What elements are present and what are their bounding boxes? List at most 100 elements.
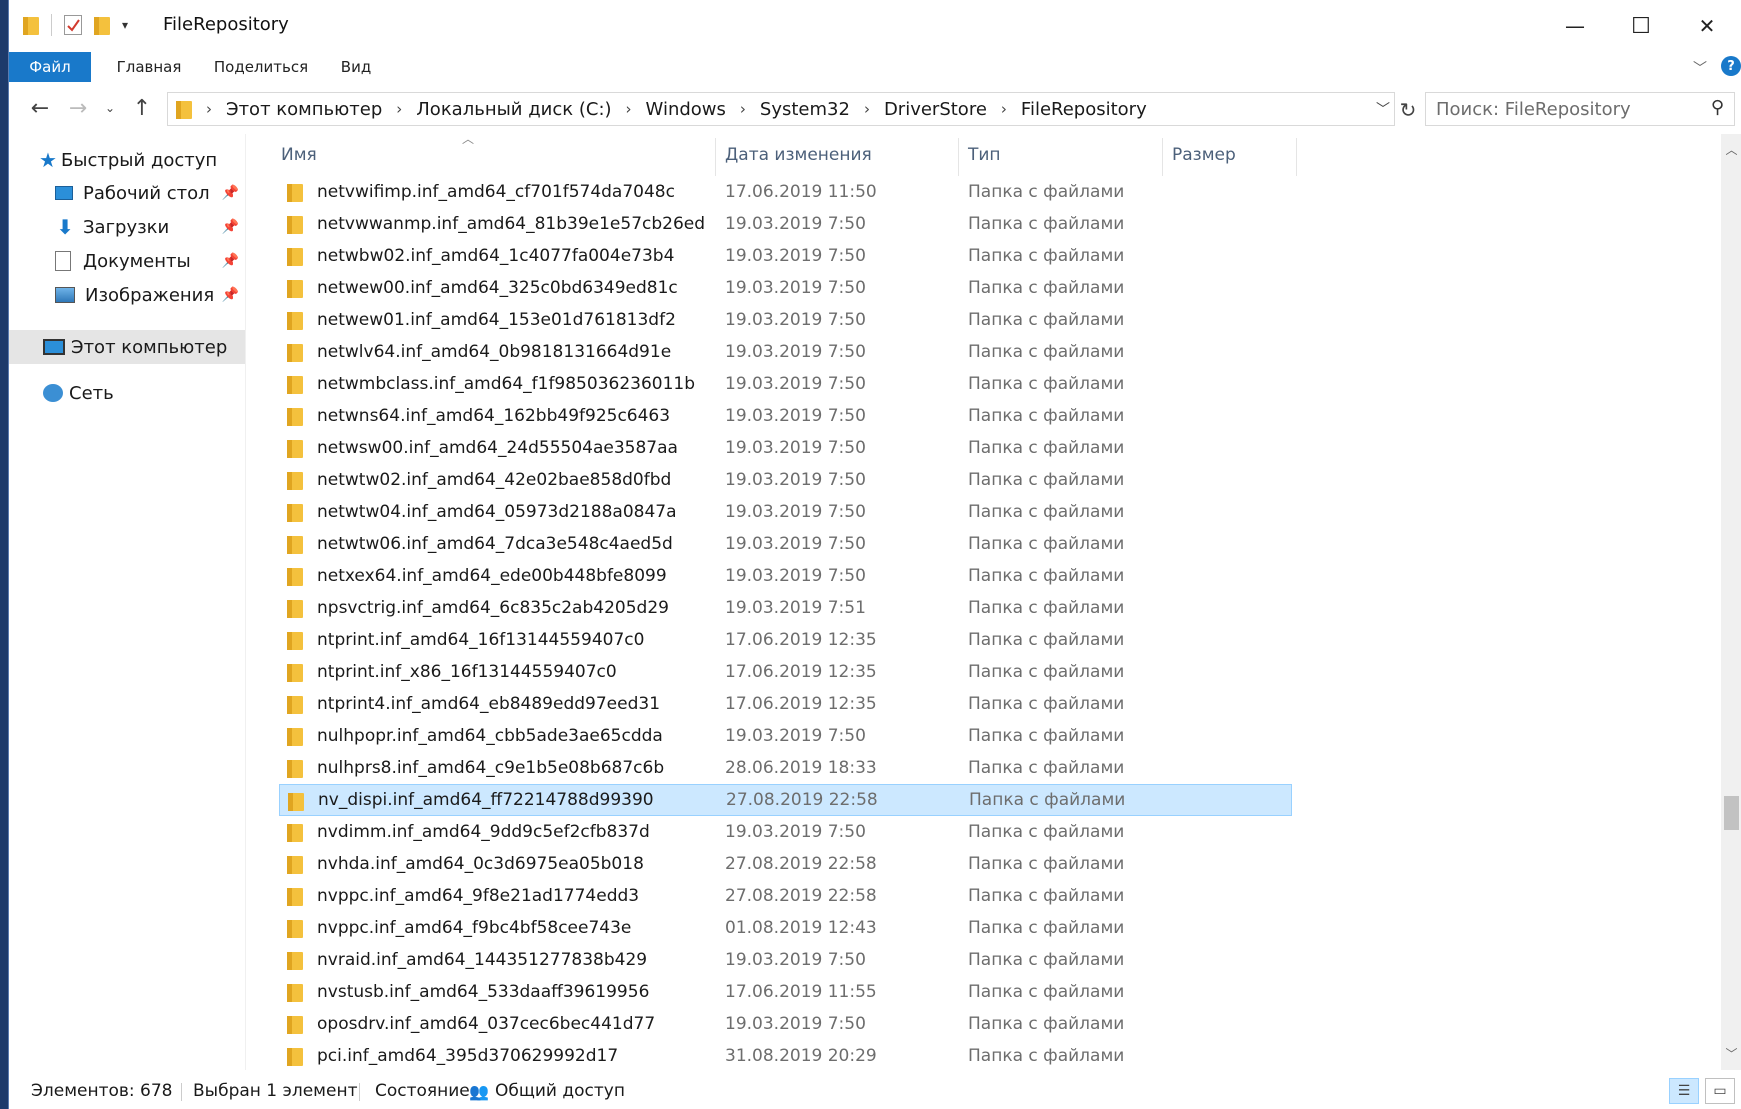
file-row[interactable]: netwsw00.inf_amd64_24d55504ae3587aa 19.03…	[279, 432, 1292, 464]
breadcrumb-system32[interactable]: System32	[760, 99, 850, 120]
file-row[interactable]: npsvctrig.inf_amd64_6c835c2ab4205d29 19.0…	[279, 592, 1292, 624]
file-row[interactable]: netwtw06.inf_amd64_7dca3e548c4aed5d 19.03…	[279, 528, 1292, 560]
file-row[interactable]: ntprint4.inf_amd64_eb8489edd97eed31 17.06…	[279, 688, 1292, 720]
column-header-size[interactable]: Размер	[1172, 134, 1236, 176]
file-type: Папка с файлами	[968, 822, 1125, 842]
breadcrumb-separator-icon[interactable]: ›	[1001, 100, 1007, 118]
nav-item-downloads[interactable]: ⬇ Загрузки 📌	[55, 210, 239, 244]
tab-file[interactable]: Файл	[9, 52, 91, 82]
pin-icon[interactable]: 📌	[222, 219, 239, 235]
nav-item-documents[interactable]: Документы 📌	[55, 244, 239, 278]
column-header-date[interactable]: Дата изменения	[725, 134, 872, 176]
file-row[interactable]: oposdrv.inf_amd64_037cec6bec441d77 19.03.…	[279, 1008, 1292, 1040]
tab-home[interactable]: Главная	[105, 52, 193, 82]
file-row[interactable]: netwmbclass.inf_amd64_f1f985036236011b 19…	[279, 368, 1292, 400]
breadcrumb-windows[interactable]: Windows	[646, 99, 726, 120]
help-button[interactable]: ?	[1721, 56, 1741, 76]
breadcrumb-local-disk[interactable]: Локальный диск (C:)	[416, 99, 611, 120]
maximize-button[interactable]: ☐	[1608, 0, 1674, 52]
nav-item-desktop[interactable]: Рабочий стол 📌	[55, 176, 239, 210]
column-header-type[interactable]: Тип	[968, 134, 1001, 176]
search-input[interactable]: Поиск: FileRepository ⚲	[1425, 92, 1735, 126]
column-divider[interactable]	[1296, 138, 1297, 176]
file-row[interactable]: pci.inf_amd64_395d370629992d17 31.08.2019…	[279, 1040, 1292, 1070]
file-row[interactable]: ntprint.inf_x86_16f13144559407c0 17.06.20…	[279, 656, 1292, 688]
pin-icon[interactable]: 📌	[222, 287, 239, 303]
refresh-button[interactable]: ↻	[1395, 96, 1421, 124]
column-divider[interactable]	[1162, 138, 1163, 176]
search-icon[interactable]: ⚲	[1711, 97, 1724, 118]
breadcrumb-separator-icon[interactable]: ›	[396, 100, 402, 118]
file-row[interactable]: netwlv64.inf_amd64_0b9818131664d91e 19.03…	[279, 336, 1292, 368]
large-icons-view-button[interactable]: ▭	[1705, 1078, 1735, 1104]
column-divider[interactable]	[715, 138, 716, 176]
nav-quick-access[interactable]: ★ Быстрый доступ	[39, 143, 239, 177]
file-name: nvraid.inf_amd64_144351277838b429	[317, 950, 648, 970]
file-date: 19.03.2019 7:50	[725, 438, 866, 458]
folder-icon	[288, 791, 304, 811]
details-view-button[interactable]: ☰	[1669, 1078, 1699, 1104]
breadcrumb-separator-icon[interactable]: ›	[626, 100, 632, 118]
file-row[interactable]: nulhpopr.inf_amd64_cbb5ade3ae65cdda 19.03…	[279, 720, 1292, 752]
breadcrumb-separator-icon[interactable]: ›	[864, 100, 870, 118]
folder-icon	[176, 99, 192, 119]
folder-icon	[287, 534, 303, 554]
file-row[interactable]: netwbw02.inf_amd64_1c4077fa004e73b4 19.03…	[279, 240, 1292, 272]
new-folder-icon[interactable]	[94, 15, 110, 35]
pin-icon[interactable]: 📌	[222, 185, 239, 201]
file-row[interactable]: nvdimm.inf_amd64_9dd9c5ef2cfb837d 19.03.2…	[279, 816, 1292, 848]
close-button[interactable]: ✕	[1674, 0, 1740, 52]
scrollbar-thumb[interactable]	[1724, 796, 1739, 830]
column-divider[interactable]	[958, 138, 959, 176]
scroll-down-icon[interactable]: ﹀	[1721, 1042, 1741, 1064]
file-row[interactable]: ntprint.inf_amd64_16f13144559407c0 17.06.…	[279, 624, 1292, 656]
file-row[interactable]: netwtw02.inf_amd64_42e02bae858d0fbd 19.03…	[279, 464, 1292, 496]
nav-network[interactable]: Сеть	[43, 376, 243, 410]
file-row[interactable]: netwew00.inf_amd64_325c0bd6349ed81c 19.03…	[279, 272, 1292, 304]
file-row[interactable]: netxex64.inf_amd64_ede00b448bfe8099 19.03…	[279, 560, 1292, 592]
tab-share[interactable]: Поделиться	[205, 52, 317, 82]
file-row[interactable]: nvraid.inf_amd64_144351277838b429 19.03.2…	[279, 944, 1292, 976]
vertical-scrollbar[interactable]: ︿ ﹀	[1721, 134, 1741, 1070]
tab-view[interactable]: Вид	[331, 52, 381, 82]
file-row[interactable]: netwns64.inf_amd64_162bb49f925c6463 19.03…	[279, 400, 1292, 432]
nav-item-pictures[interactable]: Изображения 📌	[55, 278, 239, 312]
breadcrumb-filerepository[interactable]: FileRepository	[1021, 99, 1147, 120]
file-row[interactable]: nulhprs8.inf_amd64_c9e1b5e08b687c6b 28.06…	[279, 752, 1292, 784]
address-history-chevron-icon[interactable]: ﹀	[1376, 99, 1390, 119]
up-button[interactable]: ↑	[127, 94, 157, 122]
breadcrumb-separator-icon[interactable]: ›	[206, 100, 212, 118]
file-type: Папка с файлами	[968, 246, 1125, 266]
back-button[interactable]: ←	[25, 94, 55, 122]
file-row[interactable]: nv_dispi.inf_amd64_ff72214788d99390 27.08…	[279, 784, 1292, 816]
properties-icon[interactable]	[64, 15, 82, 35]
file-row[interactable]: netvwwanmp.inf_amd64_81b39e1e57cb26ed 19.…	[279, 208, 1292, 240]
pin-icon[interactable]: 📌	[222, 253, 239, 269]
minimize-button[interactable]: —	[1542, 0, 1608, 52]
file-row[interactable]: netwtw04.inf_amd64_05973d2188a0847a 19.03…	[279, 496, 1292, 528]
nav-this-pc[interactable]: Этот компьютер	[9, 330, 245, 364]
file-row[interactable]: nvppc.inf_amd64_f9bc4bf58cee743e 01.08.20…	[279, 912, 1292, 944]
pane-splitter[interactable]	[245, 134, 246, 1070]
file-type: Папка с файлами	[968, 918, 1125, 938]
selection-count: Выбран 1 элемент	[193, 1081, 358, 1101]
file-row[interactable]: netvwifimp.inf_amd64_cf701f574da7048c 17.…	[279, 176, 1292, 208]
file-row[interactable]: netwew01.inf_amd64_153e01d761813df2 19.03…	[279, 304, 1292, 336]
forward-button[interactable]: →	[63, 94, 93, 122]
expand-ribbon-icon[interactable]: ﹀	[1693, 58, 1707, 78]
customize-toolbar-icon[interactable]: ▾	[122, 18, 128, 32]
scroll-up-icon[interactable]: ︿	[1721, 138, 1741, 160]
file-date: 27.08.2019 22:58	[725, 854, 877, 874]
file-row[interactable]: nvppc.inf_amd64_9f8e21ad1774edd3 27.08.20…	[279, 880, 1292, 912]
file-row[interactable]: nvstusb.inf_amd64_533daaff39619956 17.06.…	[279, 976, 1292, 1008]
address-bar[interactable]: › Этот компьютер › Локальный диск (C:) ›…	[167, 92, 1395, 126]
recent-locations-button[interactable]: ⌄	[101, 94, 119, 122]
breadcrumb-driverstore[interactable]: DriverStore	[884, 99, 987, 120]
file-name: nvdimm.inf_amd64_9dd9c5ef2cfb837d	[317, 822, 650, 842]
file-type: Папка с файлами	[968, 534, 1125, 554]
column-header-name[interactable]: Имя	[281, 134, 317, 176]
folder-icon	[287, 182, 303, 202]
file-row[interactable]: nvhda.inf_amd64_0c3d6975ea05b018 27.08.20…	[279, 848, 1292, 880]
breadcrumb-this-pc[interactable]: Этот компьютер	[226, 99, 382, 120]
breadcrumb-separator-icon[interactable]: ›	[740, 100, 746, 118]
